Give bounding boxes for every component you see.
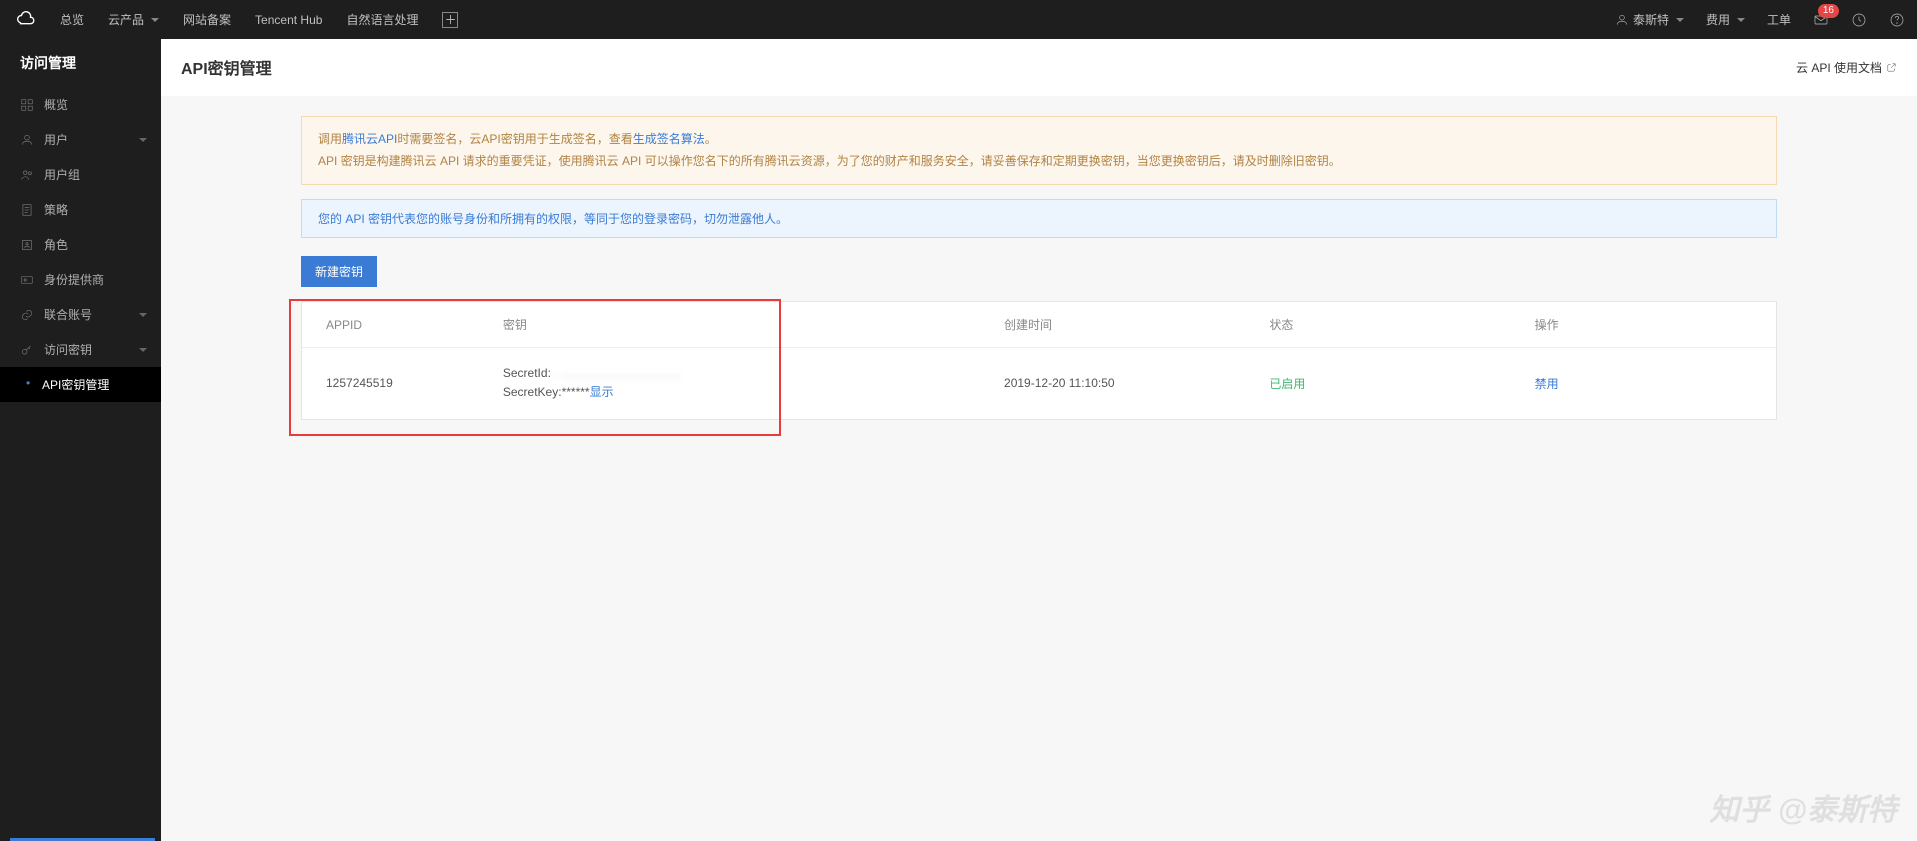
secretid-value: . ………………………… <box>554 366 681 380</box>
table-header-row: APPID 密钥 创建时间 状态 操作 <box>302 302 1776 348</box>
nav-products-label: 云产品 <box>108 11 144 28</box>
th-status: 状态 <box>1245 302 1510 348</box>
sidebar-title: 访问管理 <box>0 39 161 87</box>
user-icon <box>1615 13 1629 27</box>
add-shortcut-icon[interactable]: ＋ <box>442 12 458 28</box>
warn-text: 。 <box>705 132 717 146</box>
cell-status: 已启用 <box>1245 348 1510 419</box>
disable-link[interactable]: 禁用 <box>1535 377 1559 391</box>
sidebar-label: 联合账号 <box>44 306 92 323</box>
doc-icon <box>20 203 34 217</box>
topbar-nav: 总览 云产品 网站备案 Tencent Hub 自然语言处理 ＋ <box>60 11 1615 28</box>
sidebar-item-idp[interactable]: 身份提供商 <box>0 262 161 297</box>
chevron-down-icon <box>139 138 147 142</box>
cloud-logo[interactable] <box>12 6 40 34</box>
sidebar-item-federation[interactable]: 联合账号 <box>0 297 161 332</box>
key-table: APPID 密钥 创建时间 状态 操作 1257245519 SecretId:… <box>302 302 1776 418</box>
nav-nlp[interactable]: 自然语言处理 <box>346 11 418 28</box>
order-link[interactable]: 工单 <box>1767 11 1791 28</box>
table-row: 1257245519 SecretId: . ………………………… Secret… <box>302 348 1776 419</box>
warn-text: API 密钥是构建腾讯云 API 请求的重要凭证，使用腾讯云 API 可以操作您… <box>318 154 1341 168</box>
sidebar-subitem-apikey[interactable]: API密钥管理 <box>0 367 161 402</box>
link-icon <box>20 308 34 322</box>
fee-menu[interactable]: 费用 <box>1706 11 1745 28</box>
sidebar-item-policy[interactable]: 策略 <box>0 192 161 227</box>
main-header: API密钥管理 云 API 使用文档 <box>161 39 1917 96</box>
chevron-down-icon <box>139 313 147 317</box>
chevron-down-icon <box>1676 18 1684 22</box>
messages-icon[interactable]: 16 <box>1813 12 1829 28</box>
sidebar-item-user[interactable]: 用户 <box>0 122 161 157</box>
key-icon <box>20 343 34 357</box>
message-badge: 16 <box>1818 4 1839 18</box>
cell-secret: SecretId: . ………………………… SecretKey:******显… <box>479 348 980 419</box>
nav-tencent-hub[interactable]: Tencent Hub <box>255 13 322 27</box>
topbar-right: 泰斯特 费用 工单 16 <box>1615 11 1905 28</box>
nav-beian[interactable]: 网站备案 <box>183 11 231 28</box>
secretkey-mask: ****** <box>562 385 590 399</box>
sidebar: 访问管理 概览 用户 用户组 策略 角色 身份提供商 联合账号 <box>0 39 161 841</box>
chevron-down-icon <box>139 348 147 352</box>
role-icon <box>20 238 34 252</box>
sidebar-label: 概览 <box>44 96 68 113</box>
new-key-button[interactable]: 新建密钥 <box>301 256 377 287</box>
nav-overview[interactable]: 总览 <box>60 11 84 28</box>
key-table-wrap: APPID 密钥 创建时间 状态 操作 1257245519 SecretId:… <box>301 301 1777 419</box>
secretid-label: SecretId: <box>503 366 554 380</box>
user-icon <box>20 133 34 147</box>
sidebar-label: 角色 <box>44 236 68 253</box>
group-icon <box>20 168 34 182</box>
history-icon[interactable] <box>1851 12 1867 28</box>
sidebar-item-overview[interactable]: 概览 <box>0 87 161 122</box>
cell-appid: 1257245519 <box>302 348 479 419</box>
help-icon[interactable] <box>1889 12 1905 28</box>
user-name: 泰斯特 <box>1633 11 1669 28</box>
chevron-down-icon <box>1737 18 1745 22</box>
topbar: 总览 云产品 网站备案 Tencent Hub 自然语言处理 ＋ 泰斯特 费用 … <box>0 0 1917 39</box>
sidebar-label: 用户组 <box>44 166 80 183</box>
sidebar-label: 策略 <box>44 201 68 218</box>
secretkey-label: SecretKey: <box>503 385 562 399</box>
card-icon <box>20 273 34 287</box>
th-secret: 密钥 <box>479 302 980 348</box>
cell-action: 禁用 <box>1511 348 1776 419</box>
api-doc-label: 云 API 使用文档 <box>1796 59 1882 76</box>
sidebar-item-usergroup[interactable]: 用户组 <box>0 157 161 192</box>
cell-created: 2019-12-20 11:10:50 <box>980 348 1245 419</box>
sidebar-label: 用户 <box>44 131 68 148</box>
warn-text: 调用 <box>318 132 342 146</box>
alert-warning: 调用腾讯云API时需要签名，云API密钥用于生成签名，查看生成签名算法。 API… <box>301 116 1777 185</box>
link-api[interactable]: 腾讯云API <box>342 132 397 146</box>
alert-info: 您的 API 密钥代表您的账号身份和所拥有的权限，等同于您的登录密码，切勿泄露他… <box>301 199 1777 238</box>
page-title: API密钥管理 <box>181 55 272 79</box>
fee-label: 费用 <box>1706 11 1730 28</box>
sidebar-item-role[interactable]: 角色 <box>0 227 161 262</box>
grid-icon <box>20 98 34 112</box>
user-menu[interactable]: 泰斯特 <box>1615 11 1684 28</box>
show-secret-link[interactable]: 显示 <box>590 385 614 399</box>
chevron-down-icon <box>151 18 159 22</box>
sidebar-label: 访问密钥 <box>44 341 92 358</box>
th-appid: APPID <box>302 302 479 348</box>
link-algo[interactable]: 生成签名算法 <box>633 132 705 146</box>
warn-text: 时需要签名，云API密钥用于生成签名，查看 <box>397 132 632 146</box>
th-action: 操作 <box>1511 302 1776 348</box>
external-icon <box>1886 62 1897 73</box>
main-content: API密钥管理 云 API 使用文档 调用腾讯云API时需要签名，云API密钥用… <box>161 39 1917 841</box>
status-badge: 已启用 <box>1269 377 1305 391</box>
sidebar-item-accesskey[interactable]: 访问密钥 <box>0 332 161 367</box>
sidebar-label: 身份提供商 <box>44 271 104 288</box>
content-area: 调用腾讯云API时需要签名，云API密钥用于生成签名，查看生成签名算法。 API… <box>161 96 1917 841</box>
api-doc-link[interactable]: 云 API 使用文档 <box>1796 59 1897 76</box>
nav-products[interactable]: 云产品 <box>108 11 159 28</box>
th-created: 创建时间 <box>980 302 1245 348</box>
